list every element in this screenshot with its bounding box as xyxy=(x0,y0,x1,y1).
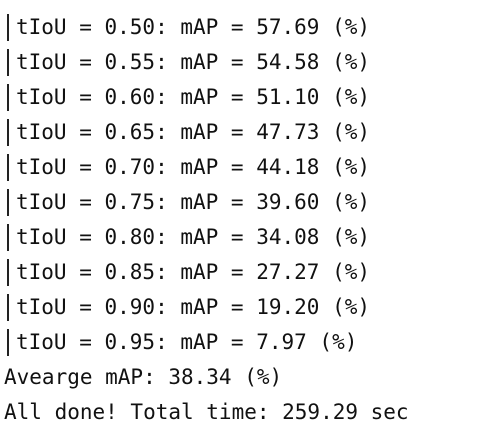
line-marker-bar xyxy=(7,49,9,76)
result-text: tIoU = 0.65: mAP = 47.73 (%) xyxy=(16,120,371,144)
terminal-output: tIoU = 0.50: mAP = 57.69 (%) tIoU = 0.55… xyxy=(0,0,481,438)
result-line: tIoU = 0.65: mAP = 47.73 (%) xyxy=(0,115,481,150)
done-line: All done! Total time: 259.29 sec xyxy=(4,400,409,424)
result-text: tIoU = 0.95: mAP = 7.97 (%) xyxy=(16,330,358,354)
result-text: tIoU = 0.60: mAP = 51.10 (%) xyxy=(16,85,371,109)
line-marker-bar xyxy=(7,14,9,41)
result-line: tIoU = 0.75: mAP = 39.60 (%) xyxy=(0,185,481,220)
result-text: tIoU = 0.85: mAP = 27.27 (%) xyxy=(16,260,371,284)
line-marker-bar xyxy=(7,84,9,111)
line-marker-bar xyxy=(7,189,9,216)
result-text: tIoU = 0.80: mAP = 34.08 (%) xyxy=(16,225,371,249)
line-marker-bar xyxy=(7,154,9,181)
result-line: tIoU = 0.50: mAP = 57.69 (%) xyxy=(0,10,481,45)
line-marker-bar xyxy=(7,259,9,286)
result-text: tIoU = 0.55: mAP = 54.58 (%) xyxy=(16,50,371,74)
result-text: tIoU = 0.75: mAP = 39.60 (%) xyxy=(16,190,371,214)
result-line: tIoU = 0.95: mAP = 7.97 (%) xyxy=(0,325,481,360)
line-marker-bar xyxy=(7,294,9,321)
result-line: tIoU = 0.80: mAP = 34.08 (%) xyxy=(0,220,481,255)
average-map-line: Avearge mAP: 38.34 (%) xyxy=(4,365,283,389)
result-line: tIoU = 0.70: mAP = 44.18 (%) xyxy=(0,150,481,185)
result-line: tIoU = 0.60: mAP = 51.10 (%) xyxy=(0,80,481,115)
result-text: tIoU = 0.70: mAP = 44.18 (%) xyxy=(16,155,371,179)
line-marker-bar xyxy=(7,329,9,356)
line-marker-bar xyxy=(7,224,9,251)
result-line: tIoU = 0.85: mAP = 27.27 (%) xyxy=(0,255,481,290)
result-line: tIoU = 0.55: mAP = 54.58 (%) xyxy=(0,45,481,80)
result-line: tIoU = 0.90: mAP = 19.20 (%) xyxy=(0,290,481,325)
line-marker-bar xyxy=(7,119,9,146)
result-text: tIoU = 0.50: mAP = 57.69 (%) xyxy=(16,15,371,39)
result-text: tIoU = 0.90: mAP = 19.20 (%) xyxy=(16,295,371,319)
